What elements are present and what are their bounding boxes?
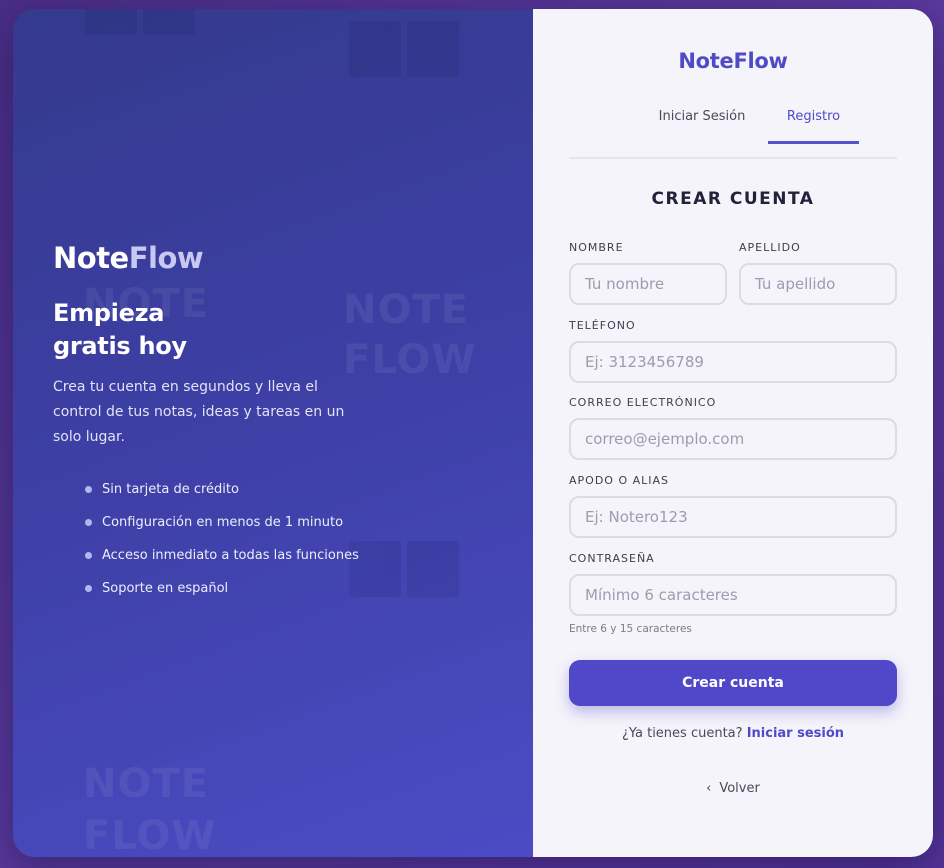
login-prompt-text: ¿Ya tienes cuenta? bbox=[621, 726, 743, 741]
auth-tabs: Iniciar Sesión Registro bbox=[569, 105, 897, 159]
back-label: Volver bbox=[719, 781, 760, 796]
apodo-label: APODO O ALIAS bbox=[569, 474, 670, 487]
nombre-field: NOMBRE bbox=[569, 240, 727, 305]
tab-login[interactable]: Iniciar Sesión bbox=[647, 105, 757, 141]
brand-logo-part1: Note bbox=[53, 241, 129, 275]
telefono-input[interactable] bbox=[569, 341, 897, 383]
feature-item: Configuración en menos de 1 minuto bbox=[85, 513, 363, 546]
apodo-input[interactable] bbox=[569, 496, 897, 538]
nombre-label: NOMBRE bbox=[569, 241, 624, 254]
telefono-field: TELÉFONO bbox=[569, 318, 897, 383]
decor-word: FLOW bbox=[83, 813, 217, 857]
open-book-decor-icon bbox=[85, 9, 195, 39]
decor-word: FLOW bbox=[343, 337, 477, 383]
apellido-label: APELLIDO bbox=[739, 241, 801, 254]
open-book-decor-icon bbox=[349, 541, 459, 601]
headline-line-2: gratis hoy bbox=[53, 332, 187, 360]
chevron-left-icon: ‹ bbox=[706, 781, 712, 796]
decor-word: NOTE bbox=[83, 761, 210, 807]
apellido-field: APELLIDO bbox=[739, 240, 897, 305]
feature-item: Soporte en español bbox=[85, 579, 363, 612]
correo-label: CORREO ELECTRÓNICO bbox=[569, 396, 717, 409]
open-book-decor-icon bbox=[349, 21, 459, 81]
feature-item: Sin tarjeta de crédito bbox=[85, 480, 363, 513]
register-panel: NoteFlow Iniciar Sesión Registro CREAR C… bbox=[533, 9, 933, 857]
promo-content: NoteFlow Empieza gratis hoy Crea tu cuen… bbox=[53, 241, 363, 612]
login-prompt: ¿Ya tienes cuenta? Iniciar sesión bbox=[533, 726, 933, 741]
brand-title: NoteFlow bbox=[678, 49, 788, 73]
apellido-input[interactable] bbox=[739, 263, 897, 305]
tab-register[interactable]: Registro bbox=[768, 105, 859, 144]
apodo-field: APODO O ALIAS bbox=[569, 473, 897, 538]
feature-item: Acceso inmediato a todas las funciones bbox=[85, 546, 363, 579]
password-input[interactable] bbox=[569, 574, 897, 616]
form-title: CREAR CUENTA bbox=[651, 189, 815, 209]
email-input[interactable] bbox=[569, 418, 897, 460]
promo-description: Crea tu cuenta en segundos y lleva el co… bbox=[53, 379, 345, 445]
back-button[interactable]: ‹ Volver bbox=[533, 781, 933, 796]
brand-logo: NoteFlow bbox=[53, 241, 363, 275]
promo-headline: Empieza gratis hoy bbox=[53, 297, 363, 363]
auth-card: NOTE NOTE FLOW NOTE FLOW NoteFlow Empiez… bbox=[13, 9, 933, 857]
login-link[interactable]: Iniciar sesión bbox=[747, 726, 844, 741]
password-hint: Entre 6 y 15 caracteres bbox=[569, 623, 692, 635]
contrasena-label: CONTRASEÑA bbox=[569, 552, 655, 565]
nombre-input[interactable] bbox=[569, 263, 727, 305]
promo-panel: NOTE NOTE FLOW NOTE FLOW NoteFlow Empiez… bbox=[13, 9, 533, 857]
correo-field: CORREO ELECTRÓNICO bbox=[569, 395, 897, 460]
telefono-label: TELÉFONO bbox=[569, 319, 636, 332]
feature-list: Sin tarjeta de crédito Configuración en … bbox=[85, 480, 363, 612]
brand-logo-part2: Flow bbox=[128, 241, 204, 275]
contrasena-field: CONTRASEÑA Entre 6 y 15 caracteres bbox=[569, 551, 897, 635]
create-account-button[interactable]: Crear cuenta bbox=[569, 660, 897, 706]
headline-line-1: Empieza bbox=[53, 299, 165, 327]
